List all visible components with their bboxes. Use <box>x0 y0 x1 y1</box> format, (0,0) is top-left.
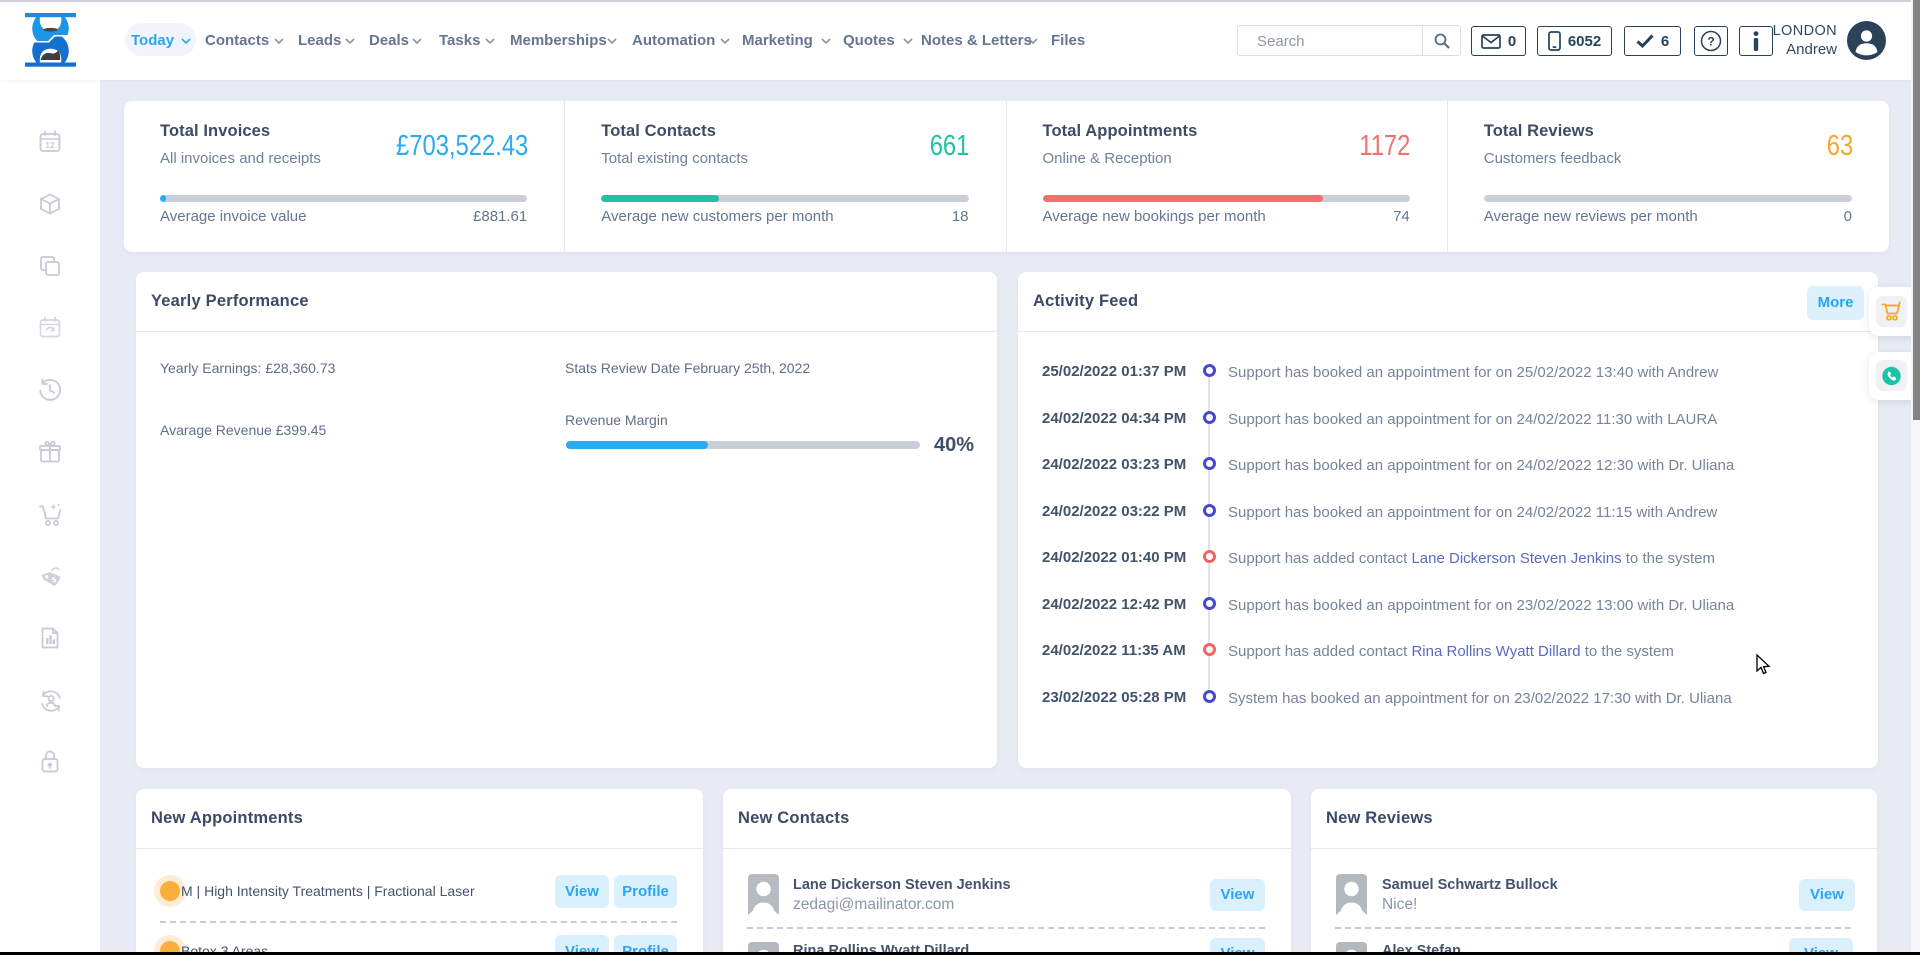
svg-text:12: 12 <box>45 140 55 150</box>
